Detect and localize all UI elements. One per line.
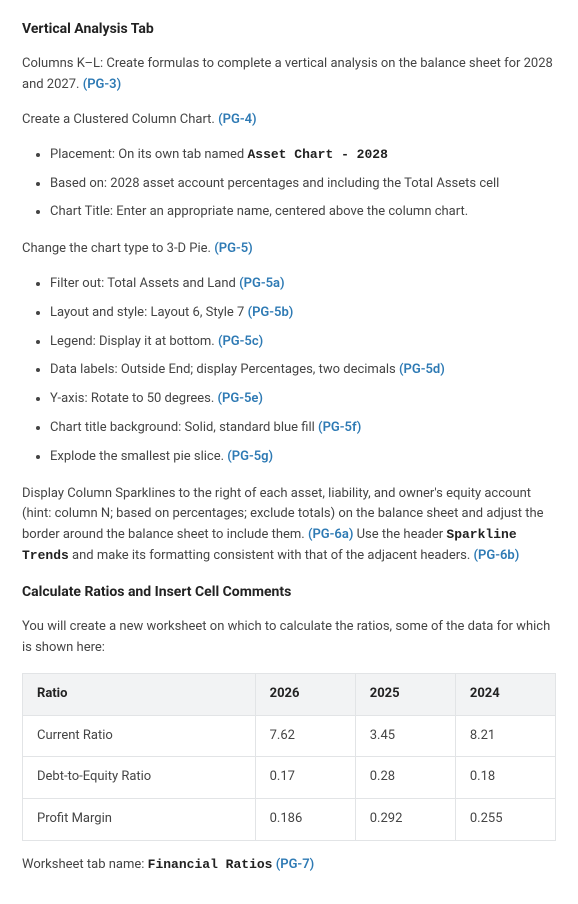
reference-pg5a: (PG-5a) (239, 276, 284, 291)
text: Layout and style: Layout 6, Style 7 (50, 305, 248, 320)
text: Y-axis: Rotate to 50 degrees. (50, 391, 218, 406)
paragraph: Create a Clustered Column Chart. (PG-4) (22, 110, 556, 131)
paragraph: You will create a new worksheet on which… (22, 617, 556, 659)
table-header: Ratio (23, 673, 256, 715)
table-row: Current Ratio 7.62 3.45 8.21 (23, 715, 556, 757)
table-cell: Current Ratio (23, 715, 256, 757)
list-item: Chart Title: Enter an appropriate name, … (50, 202, 556, 223)
monospace-text: Asset Chart - 2028 (247, 147, 387, 162)
table-cell: 3.45 (355, 715, 455, 757)
table-cell: Debt-to-Equity Ratio (23, 757, 256, 799)
monospace-text: Financial Ratios (148, 857, 273, 872)
table-header: 2024 (455, 673, 555, 715)
list-item: Chart title background: Solid, standard … (50, 418, 556, 439)
text: Explode the smallest pie slice. (50, 449, 227, 464)
text: Worksheet tab name: (22, 857, 148, 872)
table-header-row: Ratio 2026 2025 2024 (23, 673, 556, 715)
text: Use the header (353, 527, 446, 542)
list-item: Filter out: Total Assets and Land (PG-5a… (50, 274, 556, 295)
ratios-table: Ratio 2026 2025 2024 Current Ratio 7.62 … (22, 673, 556, 841)
table-cell: 8.21 (455, 715, 555, 757)
list-item: Explode the smallest pie slice. (PG-5g) (50, 447, 556, 468)
table-cell: Profit Margin (23, 799, 256, 841)
text: and make its formatting consistent with … (69, 548, 474, 563)
paragraph: Worksheet tab name: Financial Ratios (PG… (22, 855, 556, 876)
reference-pg5b: (PG-5b) (248, 305, 294, 320)
reference-pg3: (PG-3) (83, 77, 121, 92)
list-item: Data labels: Outside End; display Percen… (50, 360, 556, 381)
table-cell: 0.255 (455, 799, 555, 841)
reference-pg5e: (PG-5e) (218, 391, 263, 406)
table-cell: 0.28 (355, 757, 455, 799)
list-item: Legend: Display it at bottom. (PG-5c) (50, 332, 556, 353)
reference-pg5f: (PG-5f) (318, 420, 361, 435)
list-item: Placement: On its own tab named Asset Ch… (50, 145, 556, 166)
table-cell: 7.62 (255, 715, 355, 757)
table-cell: 0.292 (355, 799, 455, 841)
text: Create a Clustered Column Chart. (22, 112, 218, 127)
paragraph: Display Column Sparklines to the right o… (22, 484, 556, 567)
text: Legend: Display it at bottom. (50, 334, 218, 349)
list-item: Based on: 2028 asset account percentages… (50, 174, 556, 195)
bullet-list: Filter out: Total Assets and Land (PG-5a… (22, 274, 556, 468)
reference-pg6b: (PG-6b) (473, 548, 519, 563)
table-cell: 0.18 (455, 757, 555, 799)
table-header: 2026 (255, 673, 355, 715)
table-row: Profit Margin 0.186 0.292 0.255 (23, 799, 556, 841)
reference-pg4: (PG-4) (218, 112, 256, 127)
text: Chart title background: Solid, standard … (50, 420, 318, 435)
reference-pg7: (PG-7) (272, 857, 314, 872)
bullet-list: Placement: On its own tab named Asset Ch… (22, 145, 556, 223)
table-header: 2025 (355, 673, 455, 715)
reference-pg5d: (PG-5d) (399, 362, 445, 377)
table-cell: 0.17 (255, 757, 355, 799)
paragraph: Change the chart type to 3-D Pie. (PG-5) (22, 239, 556, 260)
text: Data labels: Outside End; display Percen… (50, 362, 399, 377)
paragraph: Columns K–L: Create formulas to complete… (22, 54, 556, 96)
section-heading-calculate-ratios: Calculate Ratios and Insert Cell Comment… (22, 581, 556, 603)
list-item: Layout and style: Layout 6, Style 7 (PG-… (50, 303, 556, 324)
text: Placement: On its own tab named (50, 147, 247, 162)
reference-pg5: (PG-5) (214, 241, 252, 256)
section-heading-vertical-analysis: Vertical Analysis Tab (22, 18, 556, 40)
table-cell: 0.186 (255, 799, 355, 841)
reference-pg6a: (PG-6a) (308, 527, 353, 542)
table-row: Debt-to-Equity Ratio 0.17 0.28 0.18 (23, 757, 556, 799)
list-item: Y-axis: Rotate to 50 degrees. (PG-5e) (50, 389, 556, 410)
text: Change the chart type to 3-D Pie. (22, 241, 214, 256)
reference-pg5c: (PG-5c) (218, 334, 263, 349)
reference-pg5g: (PG-5g) (227, 449, 273, 464)
text: Filter out: Total Assets and Land (50, 276, 239, 291)
